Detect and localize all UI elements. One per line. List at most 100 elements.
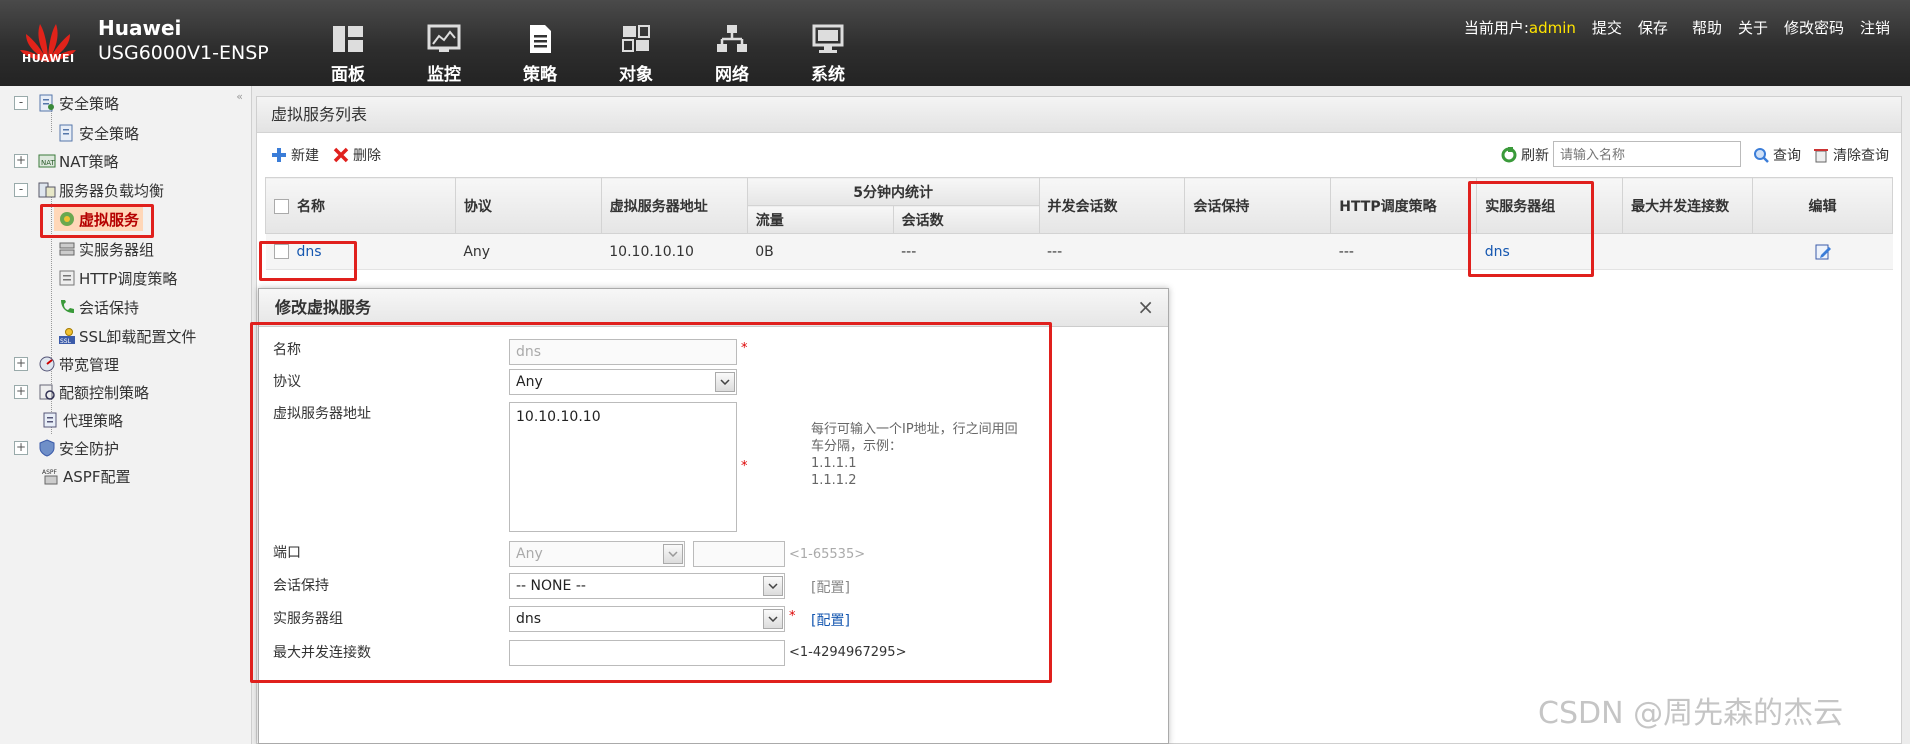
list-toolbar: 新建 删除 刷新 查询 清除查询	[257, 137, 1901, 171]
header-server-group: 实服务器组	[1476, 177, 1624, 234]
sidebar-item-aspf-config[interactable]: ASPF ASPF配置	[42, 464, 130, 488]
clear-query-button[interactable]: 清除查询	[1813, 145, 1889, 165]
sidebar-item-security-policy[interactable]: - 安全策略	[14, 91, 119, 115]
sidebar-item-server-load-balancing[interactable]: - 服务器负载均衡	[14, 178, 164, 202]
nav-system[interactable]: 系统	[780, 0, 876, 86]
nav-policy[interactable]: 策略	[492, 0, 588, 86]
row-checkbox[interactable]	[273, 244, 289, 259]
svg-text:SSL: SSL	[60, 338, 72, 345]
sidebar-item-quota-control-policy[interactable]: + 配额控制策略	[14, 380, 149, 404]
nav-monitor[interactable]: 监控	[396, 0, 492, 86]
select-all-checkbox[interactable]	[274, 199, 289, 214]
expand-icon[interactable]: +	[14, 441, 28, 455]
http-policy-icon	[59, 270, 75, 286]
clear-icon	[1814, 149, 1828, 163]
address-label: 虚拟服务器地址	[273, 406, 371, 422]
virtual-service-icon	[60, 212, 74, 226]
dashboard-icon	[333, 26, 363, 52]
header-sessions: 会话数	[892, 205, 1040, 234]
aspf-icon: ASPF	[42, 469, 58, 485]
table-row[interactable]: dns Any 10.10.10.10 0B --- --- --- dns	[265, 233, 1893, 270]
server-group-select[interactable]: dns	[509, 606, 785, 632]
submit-link[interactable]: 提交	[1592, 17, 1622, 38]
chevron-down-icon	[715, 372, 735, 392]
port-select[interactable]: Any	[509, 541, 685, 567]
protocol-select[interactable]: Any	[509, 369, 737, 395]
edit-icon[interactable]	[1814, 243, 1832, 261]
persistence-config-link[interactable]: [配置]	[811, 577, 850, 597]
virtual-service-table: 名称 协议 虚拟服务器地址 5分钟内统计 并发会话数 会话保持 HTTP调度策略…	[265, 177, 1893, 270]
port-range-hint: <1-65535>	[789, 547, 866, 562]
header-concurrent: 并发会话数	[1038, 177, 1186, 234]
phone-icon	[61, 300, 74, 313]
virtual-service-name-link[interactable]: dns	[297, 244, 322, 260]
new-button[interactable]: 新建	[271, 145, 319, 165]
header-stats-group: 5分钟内统计	[746, 177, 1040, 206]
server-group-link[interactable]: dns	[1485, 244, 1510, 260]
shield-icon	[39, 439, 55, 457]
expand-icon[interactable]: +	[14, 385, 28, 399]
sidebar-item-virtual-service[interactable]: 虚拟服务	[54, 207, 144, 231]
expand-icon[interactable]: +	[14, 154, 28, 168]
sidebar-item-real-server-group[interactable]: 实服务器组	[58, 237, 154, 261]
edit-virtual-service-dialog: 修改虚拟服务 × 名称 dns * 协议 Any 虚拟服务器地址 10.10.1…	[258, 288, 1169, 744]
svg-text:NAT: NAT	[41, 159, 55, 167]
header-edit: 编辑	[1752, 177, 1893, 234]
max-conn-input[interactable]	[509, 640, 785, 666]
current-user: admin	[1528, 19, 1576, 37]
query-button[interactable]: 查询	[1753, 145, 1801, 165]
nav-label: 系统	[811, 65, 845, 85]
header-http-policy: HTTP调度策略	[1330, 177, 1478, 234]
address-textarea[interactable]: 10.10.10.10	[509, 402, 737, 532]
brand-name: Huawei	[98, 16, 182, 40]
refresh-button[interactable]: 刷新	[1501, 145, 1549, 165]
expand-icon[interactable]: +	[14, 357, 28, 371]
port-range-field[interactable]	[693, 541, 785, 567]
sidebar-item-ssl-offload-profile[interactable]: SSL SSL卸载配置文件	[58, 324, 196, 348]
name-field[interactable]: dns	[509, 339, 737, 365]
sidebar-item-security-protection[interactable]: + 安全防护	[14, 436, 119, 460]
logo-text: HUAWEI	[22, 52, 75, 65]
cell-max-conn	[1622, 233, 1753, 270]
system-icon	[812, 24, 844, 53]
about-link[interactable]: 关于	[1738, 17, 1768, 38]
persistence-select[interactable]: -- NONE --	[509, 573, 785, 599]
logout-link[interactable]: 注销	[1860, 17, 1890, 38]
save-link[interactable]: 保存	[1638, 17, 1668, 38]
help-link[interactable]: 帮助	[1692, 17, 1722, 38]
address-hint: 每行可输入一个IP地址，行之间用回 车分隔，示例： 1.1.1.1 1.1.1.…	[811, 422, 1018, 488]
monitor-icon	[427, 24, 461, 52]
persistence-label: 会话保持	[273, 578, 329, 594]
sidebar-item-nat-policy[interactable]: + NAT NAT策略	[14, 149, 118, 173]
server-group-label: 实服务器组	[273, 611, 343, 627]
network-icon	[717, 25, 747, 52]
collapse-sidebar-icon[interactable]: «	[236, 90, 243, 103]
sidebar-item-security-policy-sub[interactable]: 安全策略	[58, 121, 139, 145]
port-label: 端口	[273, 545, 301, 561]
max-conn-label: 最大并发连接数	[273, 645, 371, 661]
collapse-icon[interactable]: -	[14, 183, 28, 197]
main-nav: 面板 监控 策略 对象 网络 系统	[300, 0, 876, 86]
sidebar-item-bandwidth-management[interactable]: + 带宽管理	[14, 352, 119, 376]
close-icon[interactable]: ×	[1137, 295, 1154, 319]
header-vs-address: 虚拟服务器地址	[600, 177, 748, 234]
sidebar-item-http-policy[interactable]: HTTP调度策略	[58, 266, 177, 290]
sidebar-item-session-persistence[interactable]: 会话保持	[58, 295, 139, 319]
search-name-input[interactable]	[1553, 141, 1741, 167]
nat-icon: NAT	[38, 154, 56, 168]
server-group-config-link[interactable]: [配置]	[811, 610, 850, 630]
cell-traffic: 0B	[747, 233, 894, 270]
cell-name: dns	[265, 233, 456, 270]
protocol-label: 协议	[273, 374, 301, 390]
nav-network[interactable]: 网络	[684, 0, 780, 86]
collapse-icon[interactable]: -	[14, 96, 28, 110]
change-password-link[interactable]: 修改密码	[1784, 17, 1844, 38]
header-name[interactable]: 名称	[265, 177, 456, 234]
cell-protocol: Any	[455, 233, 602, 270]
sidebar-item-proxy-policy[interactable]: 代理策略	[42, 408, 123, 432]
header-persistence: 会话保持	[1184, 177, 1332, 234]
current-user-display: 当前用户:admin	[1463, 19, 1576, 37]
nav-object[interactable]: 对象	[588, 0, 684, 86]
nav-dashboard[interactable]: 面板	[300, 0, 396, 86]
delete-button[interactable]: 删除	[333, 145, 381, 165]
